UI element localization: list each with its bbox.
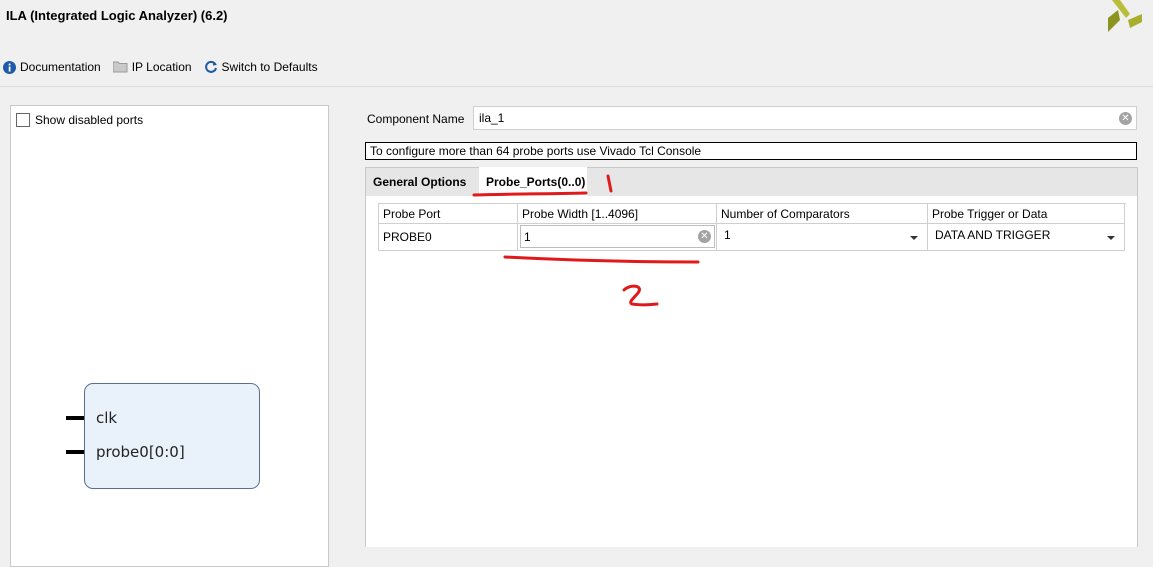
table-cell-comparators[interactable]: 1 [717,224,928,251]
column-header-comparators: Number of Comparators [717,204,928,224]
xilinx-logo-icon [1108,0,1142,32]
chevron-down-icon[interactable] [1107,236,1115,240]
probe-width-value: 1 [524,230,531,244]
show-disabled-ports-checkbox[interactable]: Show disabled ports [16,113,143,127]
toolbar: Documentation IP Location Switch to Defa… [0,58,330,76]
component-name-input[interactable]: ila_1 ✕ [473,106,1137,130]
probe-width-input[interactable]: 1 ✕ [520,225,715,248]
column-header-trigger: Probe Trigger or Data [928,204,1125,224]
documentation-label: Documentation [20,60,101,74]
checkbox-box[interactable] [16,113,30,127]
documentation-button[interactable]: Documentation [3,60,101,74]
window-title: ILA (Integrated Logic Analyzer) (6.2) [6,8,228,23]
trigger-value: DATA AND TRIGGER [935,228,1051,242]
clk-pin [66,416,84,420]
component-name-label: Component Name [367,112,465,126]
folder-icon [112,61,128,73]
tab-general-options[interactable]: General Options [373,175,466,189]
table-cell-trigger[interactable]: DATA AND TRIGGER [928,224,1125,251]
info-message: To configure more than 64 probe ports us… [365,142,1137,160]
ip-location-button[interactable]: IP Location [112,60,192,74]
show-disabled-ports-label: Show disabled ports [35,113,144,127]
probe-ports-table: Probe Port Probe Width [1..4096] Number … [378,203,1126,251]
annotation-mark-2: 2 [622,284,659,307]
refresh-icon [204,60,217,73]
column-header-probe-width: Probe Width [1..4096] [518,204,717,224]
table-cell-probe-port: PROBE0 [379,224,518,251]
ip-location-label: IP Location [131,60,192,74]
chevron-down-icon[interactable] [910,236,918,240]
column-header-probe-port: Probe Port [379,204,518,224]
probe0-pin-label: probe0[0:0] [96,443,185,461]
switch-defaults-button[interactable]: Switch to Defaults [204,60,318,74]
probe0-pin [66,450,84,454]
annotation-mark-1: 1 [606,174,613,193]
clear-icon[interactable]: ✕ [1119,112,1132,125]
clk-pin-label: clk [96,409,118,427]
tab-probe-ports-label: Probe_Ports(0..0) [486,175,586,189]
switch-defaults-label: Switch to Defaults [221,60,318,74]
toolbar-divider [0,86,1153,87]
comparators-value: 1 [724,228,731,242]
annotation-underline-tab [472,191,588,197]
clear-icon[interactable]: ✕ [698,230,711,243]
symbol-panel [10,105,329,567]
info-icon [3,60,16,74]
component-name-value: ila_1 [479,111,505,125]
annotation-underline-width [503,255,700,264]
table-cell-probe-width: 1 ✕ [518,224,717,251]
ip-symbol-block [84,383,260,489]
